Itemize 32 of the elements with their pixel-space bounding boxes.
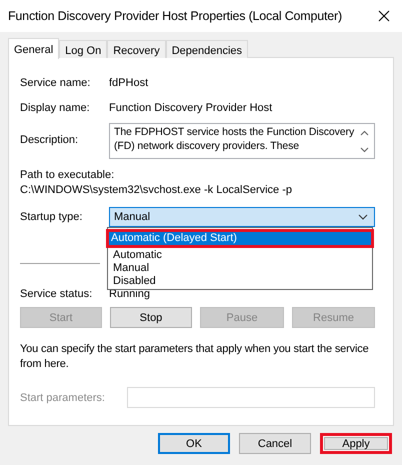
tab[interactable]: Log On (59, 40, 108, 58)
field-label: Start parameters: (20, 392, 106, 404)
field-label: Description: (20, 134, 80, 146)
dropdown-option[interactable]: Automatic (Delayed Start) (106, 229, 374, 248)
hint-text: You can specify the start parameters that apply when you start the service from here. (20, 342, 370, 372)
field-label: Display name: (20, 102, 91, 114)
field-label: Service name: (20, 76, 92, 88)
dropdown-option[interactable]: Automatic (108, 249, 372, 262)
description-text: The FDPHOST service hosts the Function Discovery (FD) network discovery providers. These (114, 125, 356, 154)
dialog-button[interactable]: OK (158, 433, 230, 454)
dropdown-option[interactable]: Manual (108, 262, 372, 275)
chevron-down-icon (358, 214, 368, 220)
status-value: Running (109, 288, 151, 300)
field-label: Startup type: (20, 211, 84, 223)
scroll-down-icon[interactable] (360, 146, 369, 153)
service-button[interactable]: Stop (110, 307, 192, 328)
start-parameters-field[interactable] (127, 387, 375, 408)
field-value: Function Discovery Provider Host (109, 102, 274, 114)
field-label: Path to executable: (20, 169, 116, 181)
dropdown-option[interactable]: Disabled (108, 275, 372, 288)
window-title: Function Discovery Provider Host Properties (Local Computer) (8, 9, 342, 23)
path-text: C:\WINDOWS\system32\svchost.exe -k LocalService -p (20, 184, 294, 196)
tab[interactable]: Recovery (107, 40, 166, 58)
tab[interactable]: General (8, 38, 60, 59)
close-icon[interactable] (378, 10, 390, 22)
field-value: fdPHost (109, 76, 150, 88)
scroll-up-icon[interactable] (360, 130, 369, 136)
dropdown-value: Manual (114, 211, 150, 223)
field-label: Service status: (20, 288, 94, 300)
dialog-button[interactable]: Apply (320, 433, 392, 454)
dialog-button[interactable]: Cancel (239, 433, 311, 454)
tab[interactable]: Dependencies (166, 40, 248, 58)
